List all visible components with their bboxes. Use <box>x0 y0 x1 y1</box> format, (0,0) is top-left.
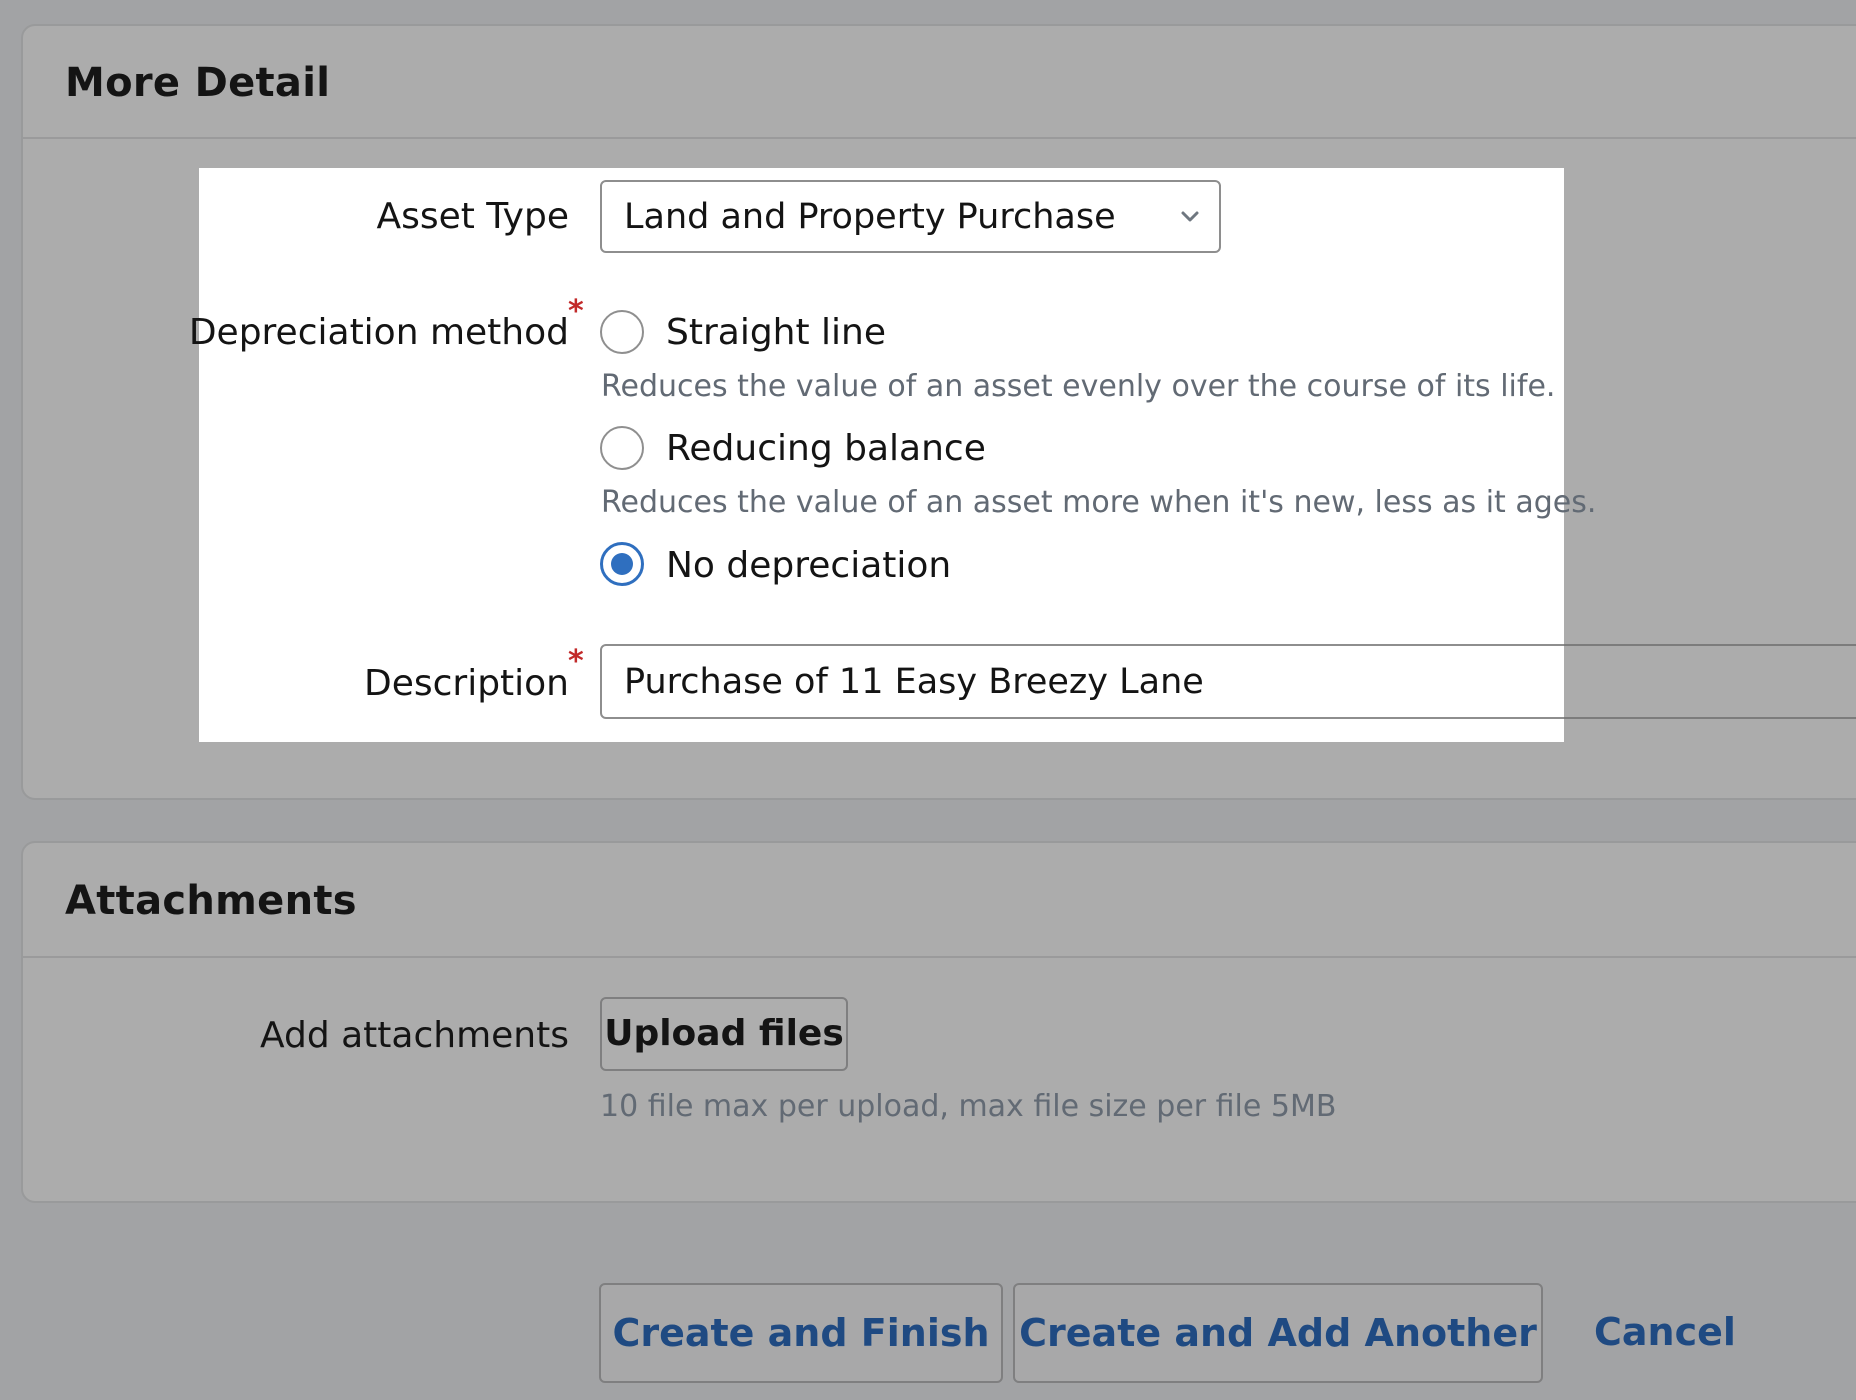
upload-files-button[interactable]: Upload files <box>600 997 848 1071</box>
radio-reducing-balance-label[interactable]: Reducing balance <box>666 428 986 469</box>
attachments-header: Attachments <box>23 843 1856 958</box>
radio-straight-line-label[interactable]: Straight line <box>666 312 886 353</box>
add-attachments-label: Add attachments <box>259 1015 569 1056</box>
radio-reducing-balance[interactable] <box>600 426 644 470</box>
asset-type-label: Asset Type <box>376 196 569 237</box>
required-asterisk: * <box>568 644 584 679</box>
radio-no-depreciation-label[interactable]: No depreciation <box>666 545 951 586</box>
straight-line-help: Reduces the value of an asset evenly ove… <box>601 369 1556 404</box>
asset-type-select[interactable]: Land and Property Purchase <box>600 180 1221 253</box>
description-value: Purchase of 11 Easy Breezy Lane <box>624 662 1204 702</box>
create-and-add-another-button[interactable]: Create and Add Another <box>1013 1283 1543 1383</box>
cancel-link[interactable]: Cancel <box>1594 1310 1736 1354</box>
more-detail-header: More Detail <box>23 26 1856 139</box>
attachments-title: Attachments <box>65 878 357 924</box>
more-detail-title: More Detail <box>65 60 331 106</box>
create-and-finish-button[interactable]: Create and Finish <box>599 1283 1003 1383</box>
required-asterisk: * <box>568 294 584 329</box>
reducing-balance-help: Reduces the value of an asset more when … <box>601 485 1597 520</box>
chevron-down-icon <box>1181 211 1199 222</box>
radio-straight-line[interactable] <box>600 310 644 354</box>
description-label: Description <box>363 663 569 704</box>
description-input-shaded-part <box>1564 644 1856 719</box>
attachments-help: 10 file max per upload, max file size pe… <box>600 1089 1337 1124</box>
depreciation-method-label: Depreciation method <box>188 312 569 353</box>
radio-no-depreciation[interactable] <box>600 542 644 586</box>
asset-type-selected-value: Land and Property Purchase <box>624 197 1116 237</box>
